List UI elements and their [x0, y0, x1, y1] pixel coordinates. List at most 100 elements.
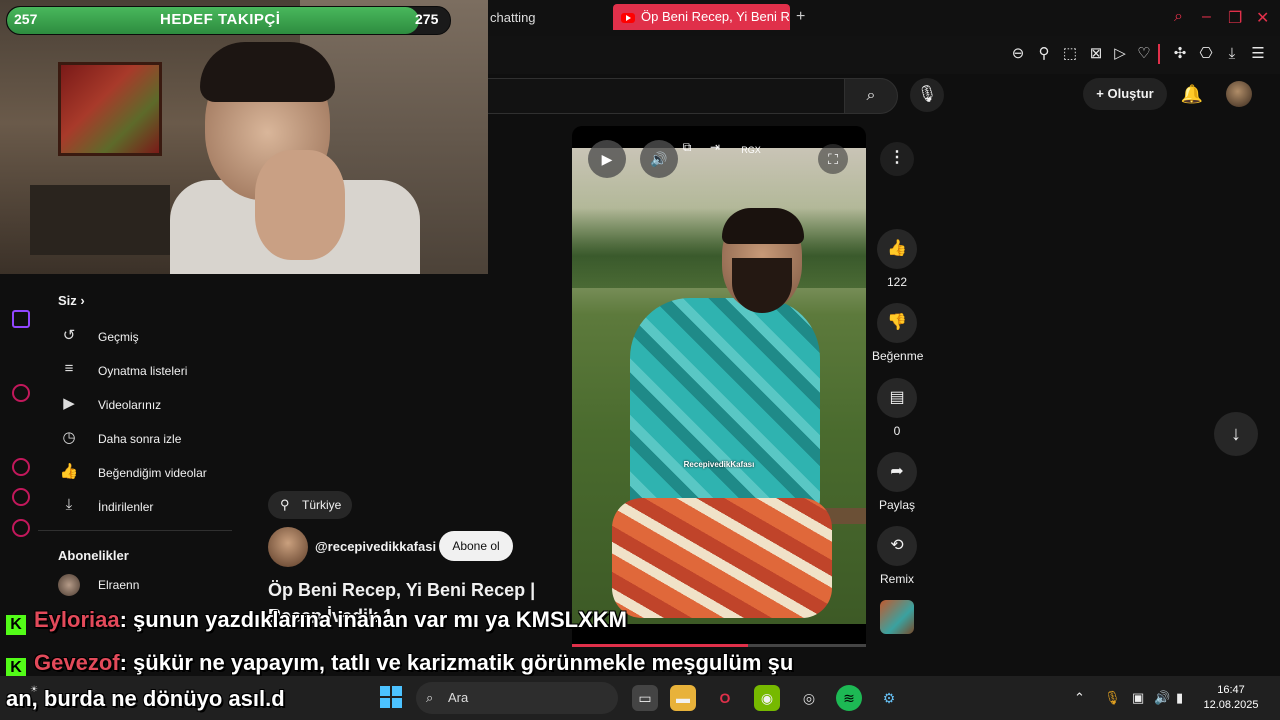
chevron-up-icon[interactable]: ⌃ [1074, 690, 1085, 706]
extensions-icon[interactable]: ✣ [1170, 44, 1190, 64]
shorts-player[interactable]: RecepivedikKafası ▶ 🔊 ⧉ ⇥ RGX ⛶ [572, 126, 866, 646]
minimize-icon[interactable]: – [1202, 8, 1211, 26]
play-icon[interactable]: ▷ [1110, 44, 1130, 64]
guide-item-liked-videos[interactable]: 👍 Beğendiğim videolar [58, 462, 228, 488]
system-clock[interactable]: 16:47 12.08.2025 [1196, 683, 1266, 713]
wallet-icon[interactable]: ⎔ [1196, 44, 1216, 64]
taskbar-search[interactable]: ⌕ Ara [416, 682, 618, 714]
arrow-down-icon: ↓ [1231, 423, 1241, 445]
tab-label: chatting [490, 10, 536, 25]
location-label: Türkiye [302, 498, 342, 512]
channel-name[interactable]: @recepivedikkafasi [315, 539, 436, 554]
play-icon: ▶ [601, 151, 613, 167]
clock-icon[interactable] [12, 458, 30, 476]
more-options-button[interactable]: ⋮ [880, 142, 914, 176]
guide-item-watch-later[interactable]: ◷ Daha sonra izle [58, 428, 228, 454]
comment-icon: ▤ [877, 378, 917, 418]
new-tab-button[interactable]: + [796, 8, 805, 26]
browser-toolbar [488, 36, 1280, 74]
guide-divider [38, 530, 232, 531]
share-button[interactable]: ➦ Paylaş [872, 452, 922, 512]
block-icon[interactable]: ⊠ [1086, 44, 1106, 64]
microphone-icon[interactable]: 🎙 [1104, 690, 1121, 706]
nvidia-icon[interactable]: ◉ [754, 685, 780, 711]
pop-out-icon[interactable]: ⇥ [704, 140, 726, 160]
download-icon[interactable]: ⤓ [1222, 44, 1242, 64]
fullscreen-button[interactable]: ⛶ [818, 144, 848, 174]
chevron-right-icon: › [80, 293, 85, 308]
media-icon[interactable] [12, 384, 30, 402]
heart-icon[interactable]: ♡ [1134, 44, 1154, 64]
guide-item-your-videos[interactable]: ▶ Videolarınız [58, 394, 228, 420]
comments-button[interactable]: ▤ 0 [872, 378, 922, 438]
create-button[interactable]: + Oluştur [1083, 78, 1167, 110]
clock-time: 16:47 [1217, 684, 1245, 696]
volume-icon[interactable]: 🔊 [1154, 690, 1170, 706]
notifications-bell-icon[interactable]: 🔔 [1180, 82, 1204, 106]
volume-button[interactable]: 🔊 [640, 140, 678, 178]
network-icon[interactable]: ▣ [1132, 690, 1144, 706]
search-icon[interactable]: ⌕ [1174, 8, 1183, 26]
screenshot-icon[interactable]: ⬚ [1060, 44, 1080, 64]
pin-icon[interactable]: ⚲ [1034, 44, 1054, 64]
thumbs-up-icon: 👍 [877, 229, 917, 269]
windows-start-icon[interactable] [380, 686, 402, 708]
account-avatar[interactable] [1226, 81, 1252, 107]
toolbar-divider [1158, 44, 1160, 64]
guide-item-history[interactable]: ↺ Geçmiş [58, 326, 228, 352]
sound-thumbnail[interactable] [880, 600, 914, 634]
chat-username: Gevezof [34, 650, 120, 675]
plus-icon: + [1096, 86, 1108, 101]
shelf [30, 185, 170, 255]
tab-chatting[interactable]: chatting [490, 4, 608, 32]
history-icon: ↺ [62, 327, 76, 344]
close-icon[interactable]: ✕ [1256, 8, 1269, 28]
you-section-link[interactable]: Siz › [58, 293, 85, 308]
guide-item-downloads[interactable]: ⤓ İndirilenler [58, 496, 228, 522]
obs-icon[interactable]: ◎ [796, 685, 822, 711]
search-icon: ⌕ [426, 690, 434, 705]
play-button[interactable]: ▶ [588, 140, 626, 178]
search-button[interactable]: ⌕ [844, 78, 898, 114]
search-input[interactable] [488, 78, 845, 114]
subscription-item[interactable]: Elraenn [58, 574, 228, 598]
share-icon: ➦ [877, 452, 917, 492]
video-watermark: RecepivedikKafası [683, 460, 755, 469]
thumbs-down-icon: 👎 [877, 303, 917, 343]
remix-button[interactable]: ⟲ Remix [872, 526, 922, 586]
twitch-icon[interactable] [12, 310, 30, 328]
spotify-icon[interactable]: ≋ [836, 685, 862, 711]
opera-gx-icon[interactable]: O [712, 685, 738, 711]
file-explorer-icon[interactable]: ▬ [670, 685, 696, 711]
like-count: 122 [886, 275, 908, 289]
share-label: Paylaş [878, 498, 916, 512]
menu-icon[interactable]: ☰ [1248, 44, 1268, 64]
settings-icon[interactable] [12, 519, 30, 537]
channel-avatar[interactable] [268, 527, 308, 567]
location-chip[interactable]: ⚲ Türkiye [268, 491, 352, 519]
subscribe-button[interactable]: Abone ol [439, 531, 513, 561]
dislike-button[interactable]: 👎 Beğenme [872, 303, 924, 363]
video-progress-fill [572, 644, 749, 647]
rgx-label[interactable]: RGX [736, 140, 766, 160]
steam-icon[interactable]: ⚙ [876, 685, 902, 711]
next-video-button[interactable]: ↓ [1214, 412, 1258, 456]
maximize-icon[interactable]: ❐ [1228, 8, 1242, 28]
chat-text: : şunun yazdıklarına inanan var mı ya KM… [119, 607, 627, 632]
video-progress-bar[interactable] [572, 644, 866, 647]
voice-search-button[interactable]: 🎙 [910, 78, 944, 112]
dislike-label: Beğenme [872, 349, 924, 363]
zoom-out-icon[interactable]: ⊖ [1008, 44, 1028, 64]
chat-username: Eyloriaa [34, 607, 120, 632]
like-button[interactable]: 👍 122 [872, 229, 922, 289]
guide-item-playlists[interactable]: ≡ Oynatma listeleri [58, 360, 228, 386]
picture-in-picture-icon[interactable]: ⧉ [676, 140, 698, 160]
battery-icon[interactable]: ▮ [1176, 690, 1183, 706]
guide-item-label: Daha sonra izle [98, 432, 182, 446]
chat-message-continued: an, burda ne dönüyo asıl.d [6, 686, 285, 712]
youtube-icon [621, 12, 635, 23]
puzzle-icon[interactable] [12, 488, 30, 506]
video-frame [572, 148, 866, 624]
tab-youtube-short[interactable]: Öp Beni Recep, Yi Beni Recep [613, 4, 790, 30]
task-view-icon[interactable]: ▭ [632, 685, 658, 711]
